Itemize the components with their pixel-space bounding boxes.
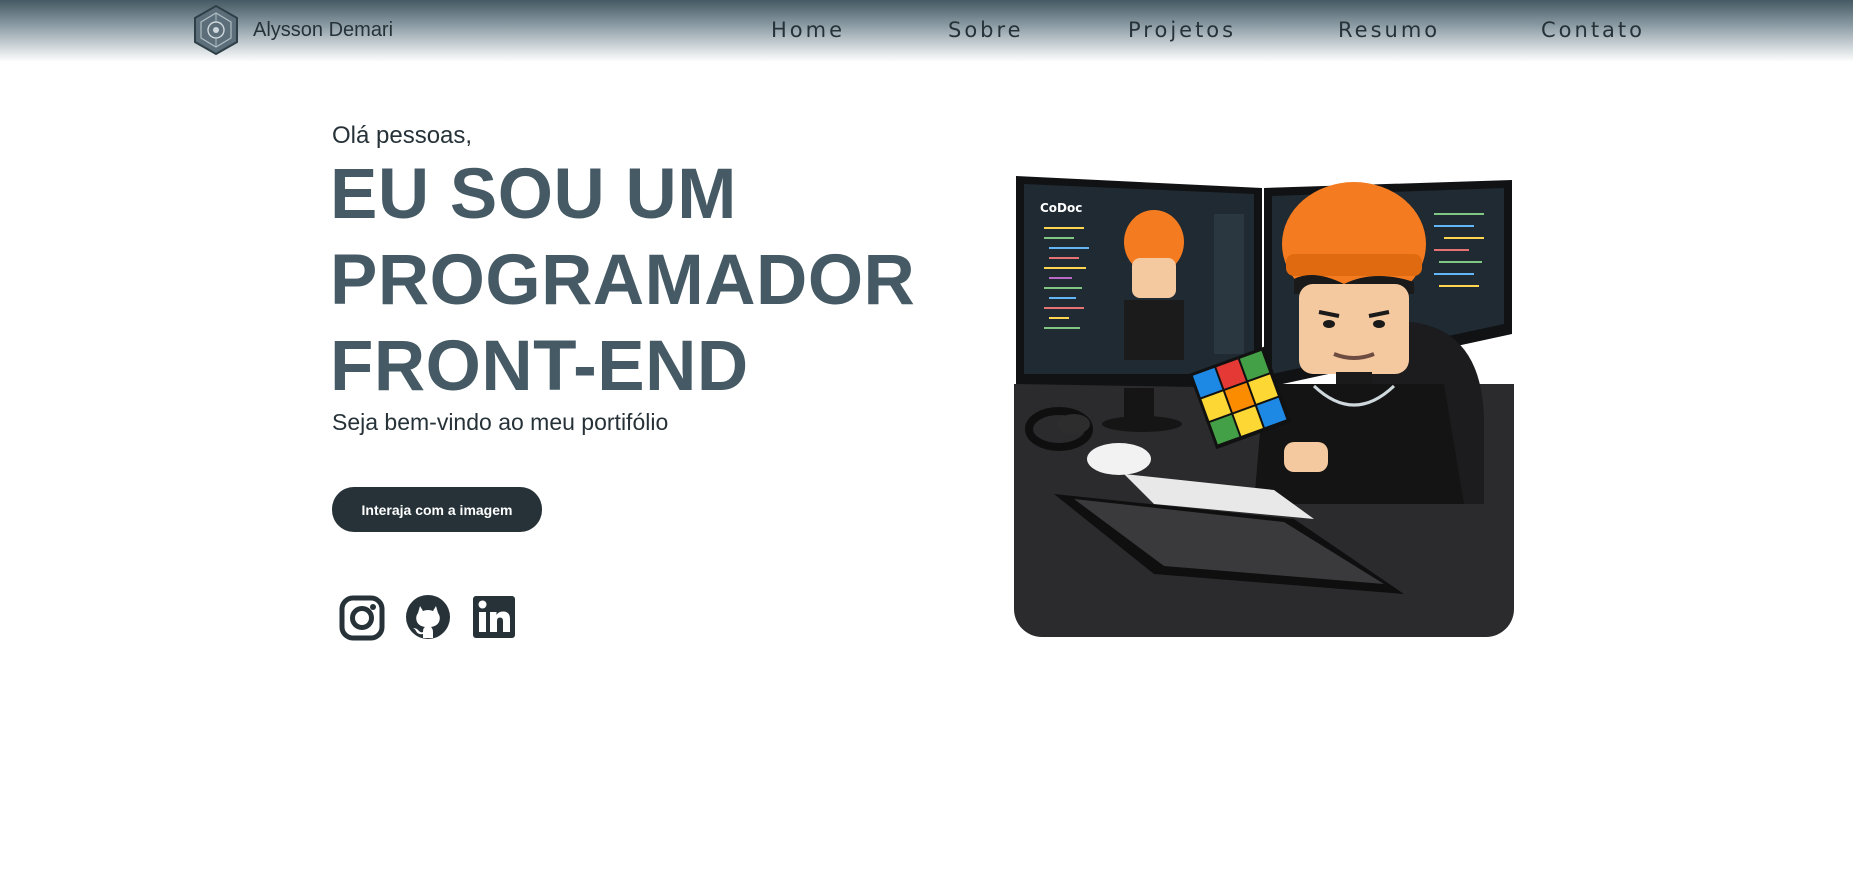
- social-links: [339, 592, 517, 642]
- hero-subtitle: Seja bem-vindo ao meu portifólio: [332, 409, 669, 435]
- lego-programmer-illustration-icon: CoDoc: [1014, 176, 1514, 637]
- interact-with-image-button[interactable]: Interaja com a imagem: [332, 487, 542, 532]
- github-icon[interactable]: [405, 592, 451, 642]
- nav-link-home[interactable]: Home: [771, 18, 845, 42]
- screen-logo-text: CoDoc: [1040, 201, 1082, 215]
- brand-link[interactable]: Alysson Demari: [191, 4, 393, 56]
- headline-line-3: FRONT-END: [330, 327, 749, 406]
- hexagon-emblem-logo-icon: [194, 4, 238, 56]
- hero-image[interactable]: CoDoc: [1014, 174, 1514, 637]
- greeting-text: Olá pessoas,: [332, 122, 473, 149]
- navbar: Alysson Demari Home Sobre Projetos Resum…: [0, 0, 1853, 62]
- linkedin-icon[interactable]: [471, 592, 517, 642]
- headline-line-2: PROGRAMADOR: [330, 241, 916, 320]
- nav-link-projetos[interactable]: Projetos: [1128, 18, 1236, 42]
- hero-headline: EU SOU UM PROGRAMADOR FRONT-END: [330, 152, 916, 410]
- nav-link-contato[interactable]: Contato: [1541, 18, 1645, 42]
- headline-line-1: EU SOU UM: [330, 155, 737, 234]
- nav-link-sobre[interactable]: Sobre: [948, 18, 1024, 42]
- instagram-icon[interactable]: [339, 592, 385, 642]
- nav-link-resumo[interactable]: Resumo: [1338, 18, 1440, 42]
- brand-name: Alysson Demari: [253, 18, 394, 41]
